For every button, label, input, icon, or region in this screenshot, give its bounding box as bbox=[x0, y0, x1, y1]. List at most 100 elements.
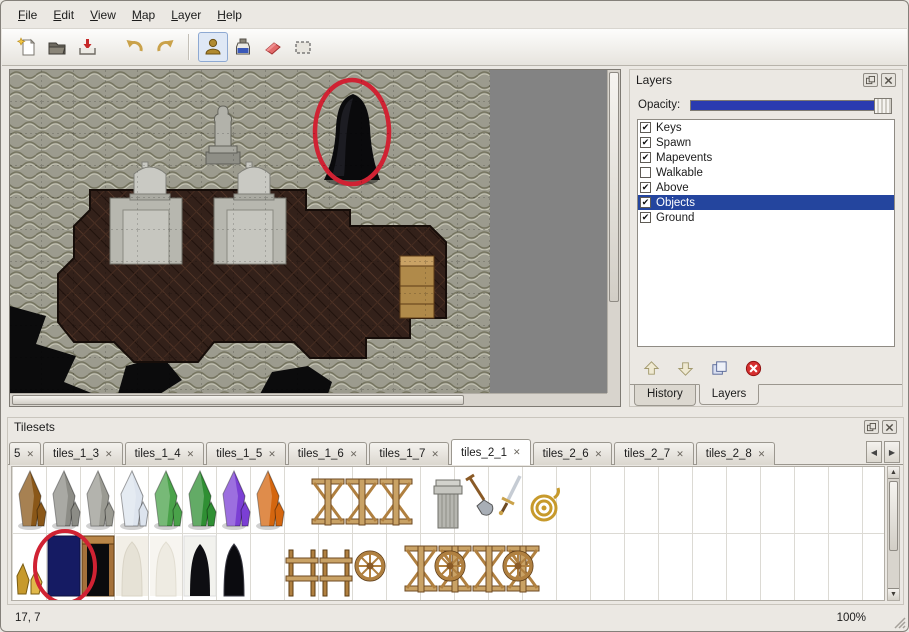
layer-delete-button[interactable] bbox=[741, 356, 765, 380]
save-icon bbox=[76, 36, 98, 58]
layer-row-walkable[interactable]: ✔ Walkable bbox=[638, 165, 894, 180]
tile-navy-door-selected[interactable] bbox=[48, 536, 80, 596]
menu-layer[interactable]: Layer bbox=[164, 5, 208, 25]
tilesets-close-button[interactable] bbox=[882, 420, 897, 434]
open-map-button[interactable] bbox=[42, 32, 72, 62]
layers-panel: Layers Opacity: ✔ Keys ✔ Spawn ✔ bbox=[629, 69, 903, 407]
opacity-slider[interactable] bbox=[690, 100, 892, 111]
layer-duplicate-button[interactable] bbox=[707, 356, 731, 380]
menu-edit[interactable]: Edit bbox=[46, 5, 81, 25]
menu-file[interactable]: File bbox=[11, 5, 44, 25]
tab-close-icon[interactable]: ✕ bbox=[595, 449, 603, 460]
tileset-tab-tiles_2_6[interactable]: tiles_2_6 ✕ bbox=[533, 442, 613, 465]
layers-panel-title: Layers bbox=[636, 73, 860, 87]
tile-column-capital[interactable] bbox=[434, 480, 462, 528]
tileset-tab-tiles_1_7[interactable]: tiles_1_7 ✕ bbox=[369, 442, 449, 465]
tileset-scroll-down-button[interactable]: ▼ bbox=[888, 588, 899, 600]
tileset-tab-tiles_2_1[interactable]: tiles_2_1 ✕ bbox=[451, 439, 531, 465]
float-icon bbox=[867, 423, 876, 432]
redo-button[interactable] bbox=[150, 32, 180, 62]
tile-pale-door-2[interactable] bbox=[150, 536, 182, 596]
layer-name: Ground bbox=[656, 212, 694, 224]
map-vscroll-thumb[interactable] bbox=[609, 72, 619, 302]
new-map-button[interactable] bbox=[12, 32, 42, 62]
tab-scroll-left-button[interactable]: ◀ bbox=[866, 441, 882, 463]
stamp-tool-button[interactable] bbox=[198, 32, 228, 62]
tilesets-panel: Tilesets 5 ✕ tiles_1_3 ✕ tiles_1_4 ✕ t bbox=[7, 417, 904, 605]
layer-row-spawn[interactable]: ✔ Spawn bbox=[638, 135, 894, 150]
tileset-tab-tiles_1_3[interactable]: tiles_1_3 ✕ bbox=[43, 442, 123, 465]
tileset-canvas[interactable] bbox=[12, 467, 885, 601]
tab-close-icon[interactable]: ✕ bbox=[431, 449, 439, 460]
layer-name: Keys bbox=[656, 122, 682, 134]
resize-grip[interactable] bbox=[892, 615, 906, 629]
layers-float-button[interactable] bbox=[863, 73, 878, 87]
tab-close-icon[interactable]: ✕ bbox=[350, 449, 358, 460]
tileset-tab-tiles_2_7[interactable]: tiles_2_7 ✕ bbox=[614, 442, 694, 465]
tilesets-float-button[interactable] bbox=[864, 420, 879, 434]
layer-checkbox[interactable]: ✔ bbox=[640, 167, 651, 178]
layer-row-mapevents[interactable]: ✔ Mapevents bbox=[638, 150, 894, 165]
layer-checkbox[interactable]: ✔ bbox=[640, 122, 651, 133]
new-file-icon bbox=[16, 36, 38, 58]
tab-history[interactable]: History bbox=[634, 385, 696, 406]
tab-close-icon[interactable]: ✕ bbox=[513, 447, 521, 458]
layer-actions bbox=[639, 356, 765, 380]
tab-close-icon[interactable]: ✕ bbox=[26, 449, 34, 460]
open-folder-icon bbox=[46, 36, 68, 58]
fill-tool-button[interactable] bbox=[228, 32, 258, 62]
tab-close-icon[interactable]: ✕ bbox=[676, 449, 684, 460]
tileset-tab-tiles_2_8[interactable]: tiles_2_8 ✕ bbox=[696, 442, 776, 465]
undo-button[interactable] bbox=[120, 32, 150, 62]
layer-checkbox[interactable]: ✔ bbox=[640, 197, 651, 208]
layer-checkbox[interactable]: ✔ bbox=[640, 182, 651, 193]
layers-close-button[interactable] bbox=[881, 73, 896, 87]
tileset-tab-tiles_1_5[interactable]: tiles_1_5 ✕ bbox=[206, 442, 286, 465]
layer-checkbox[interactable]: ✔ bbox=[640, 212, 651, 223]
eraser-tool-button[interactable] bbox=[258, 32, 288, 62]
tileset-tab-partial[interactable]: 5 ✕ bbox=[9, 442, 41, 465]
tileset-tab-tiles_1_6[interactable]: tiles_1_6 ✕ bbox=[288, 442, 368, 465]
layer-move-up-button[interactable] bbox=[639, 356, 663, 380]
tab-close-icon[interactable]: ✕ bbox=[758, 449, 766, 460]
layer-name: Walkable bbox=[656, 167, 703, 179]
tab-scroll-right-button[interactable]: ▶ bbox=[884, 441, 900, 463]
map-vertical-scrollbar[interactable] bbox=[607, 70, 620, 394]
layer-checkbox[interactable]: ✔ bbox=[640, 137, 651, 148]
tileset-vscroll-thumb[interactable] bbox=[889, 481, 898, 551]
select-tool-button[interactable] bbox=[288, 32, 318, 62]
tab-layers[interactable]: Layers bbox=[699, 384, 760, 405]
layer-row-objects[interactable]: ✔ Objects bbox=[638, 195, 894, 210]
layer-row-above[interactable]: ✔ Above bbox=[638, 180, 894, 195]
layer-checkbox[interactable]: ✔ bbox=[640, 152, 651, 163]
delete-icon bbox=[744, 359, 763, 378]
tile-wagon-wheel[interactable] bbox=[355, 551, 385, 581]
tab-close-icon[interactable]: ✕ bbox=[187, 449, 195, 460]
tile-rail-wheel-2[interactable] bbox=[503, 551, 533, 581]
map-horizontal-scrollbar[interactable] bbox=[10, 393, 608, 406]
tile-pale-door-1[interactable] bbox=[116, 536, 148, 596]
tileset-scroll-up-button[interactable]: ▲ bbox=[888, 467, 899, 479]
tab-close-icon[interactable]: ✕ bbox=[105, 449, 113, 460]
layer-move-down-button[interactable] bbox=[673, 356, 697, 380]
opacity-slider-handle[interactable] bbox=[874, 98, 892, 114]
layer-list: ✔ Keys ✔ Spawn ✔ Mapevents ✔ Walkable ✔ … bbox=[637, 119, 895, 347]
map-canvas[interactable] bbox=[10, 70, 608, 394]
tile-grid-overlay bbox=[10, 70, 490, 394]
zoom-level: 100% bbox=[837, 612, 866, 624]
tileset-tab-tiles_1_4[interactable]: tiles_1_4 ✕ bbox=[125, 442, 205, 465]
menu-map[interactable]: Map bbox=[125, 5, 162, 25]
map-hscroll-thumb[interactable] bbox=[12, 395, 464, 405]
layer-row-keys[interactable]: ✔ Keys bbox=[638, 120, 894, 135]
tab-close-icon[interactable]: ✕ bbox=[268, 449, 276, 460]
tile-dark-arch-on-light[interactable] bbox=[184, 536, 216, 596]
move-down-icon bbox=[676, 359, 695, 378]
toolbar bbox=[2, 28, 907, 66]
menu-help[interactable]: Help bbox=[210, 5, 249, 25]
tileset-vertical-scrollbar[interactable]: ▲ ▼ bbox=[887, 466, 900, 601]
menu-view[interactable]: View bbox=[83, 5, 123, 25]
save-map-button[interactable] bbox=[72, 32, 102, 62]
layer-row-ground[interactable]: ✔ Ground bbox=[638, 210, 894, 225]
tile-rail-wheel-1[interactable] bbox=[435, 551, 465, 581]
statusbar: 17, 7 100% bbox=[5, 607, 904, 629]
